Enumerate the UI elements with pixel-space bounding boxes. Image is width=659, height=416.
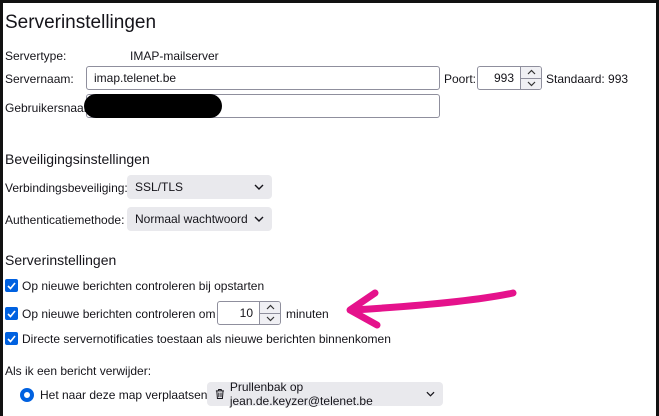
- check-startup-label[interactable]: Op nieuwe berichten controleren bij opst…: [22, 279, 264, 293]
- trash-folder-value: Prullenbak op jean.de.keyzer@telenet.be: [229, 380, 373, 408]
- connection-security-select[interactable]: SSL/TLS: [127, 175, 272, 199]
- server-type-value: IMAP-mailserver: [130, 49, 219, 63]
- server-name-input[interactable]: imap.telenet.be: [86, 66, 440, 90]
- server-settings-section-title: Serverinstellingen: [5, 252, 117, 268]
- redaction-mark: [84, 94, 222, 118]
- screenshot-frame: [0, 0, 659, 416]
- trash-folder-select[interactable]: Prullenbak op jean.de.keyzer@telenet.be: [207, 380, 443, 408]
- server-name-label: Servernaam:: [5, 72, 74, 86]
- move-to-folder-label[interactable]: Het naar deze map verplaatsen:: [40, 388, 211, 402]
- port-value[interactable]: 993: [478, 67, 520, 89]
- auth-method-select[interactable]: Normaal wachtwoord: [127, 207, 272, 231]
- chevron-up-icon[interactable]: [521, 67, 541, 78]
- push-notifications-checkbox[interactable]: [5, 332, 18, 345]
- port-label: Poort:: [444, 72, 477, 86]
- chevron-down-icon: [254, 184, 264, 190]
- port-stepper[interactable]: 993: [477, 66, 542, 90]
- chevron-up-icon[interactable]: [260, 302, 280, 313]
- annotation-arrow: [346, 289, 517, 329]
- minutes-label: minuten: [286, 307, 329, 321]
- chevron-down-icon: [426, 391, 435, 397]
- chevron-down-icon[interactable]: [521, 77, 541, 89]
- check-every-label[interactable]: Op nieuwe berichten controleren om de: [22, 307, 232, 321]
- check-interval-value[interactable]: 10: [218, 302, 259, 324]
- connection-security-label: Verbindingsbeveiliging:: [5, 181, 128, 195]
- trash-icon: [215, 389, 224, 399]
- chevron-down-icon: [254, 216, 264, 222]
- server-type-label: Servertype:: [5, 49, 67, 63]
- connection-security-value: SSL/TLS: [135, 180, 184, 194]
- check-startup-checkbox[interactable]: [5, 279, 18, 292]
- auth-method-value: Normaal wachtwoord: [135, 212, 248, 226]
- check-interval-stepper[interactable]: 10: [217, 301, 281, 325]
- auth-method-label: Authenticatiemethode:: [5, 213, 125, 227]
- checkmark-icon: [7, 281, 16, 290]
- delete-behavior-label: Als ik een bericht verwijder:: [5, 364, 152, 378]
- checkmark-icon: [7, 334, 16, 343]
- push-notifications-label[interactable]: Directe servernotificaties toestaan als …: [22, 332, 391, 346]
- checkmark-icon: [7, 309, 16, 318]
- port-default-label: Standaard: 993: [546, 72, 629, 86]
- security-section-title: Beveiligingsinstellingen: [5, 151, 150, 167]
- move-to-folder-radio[interactable]: [20, 388, 34, 402]
- page-title: Serverinstellingen: [5, 12, 157, 33]
- check-every-checkbox[interactable]: [5, 307, 18, 320]
- chevron-down-icon[interactable]: [260, 312, 280, 324]
